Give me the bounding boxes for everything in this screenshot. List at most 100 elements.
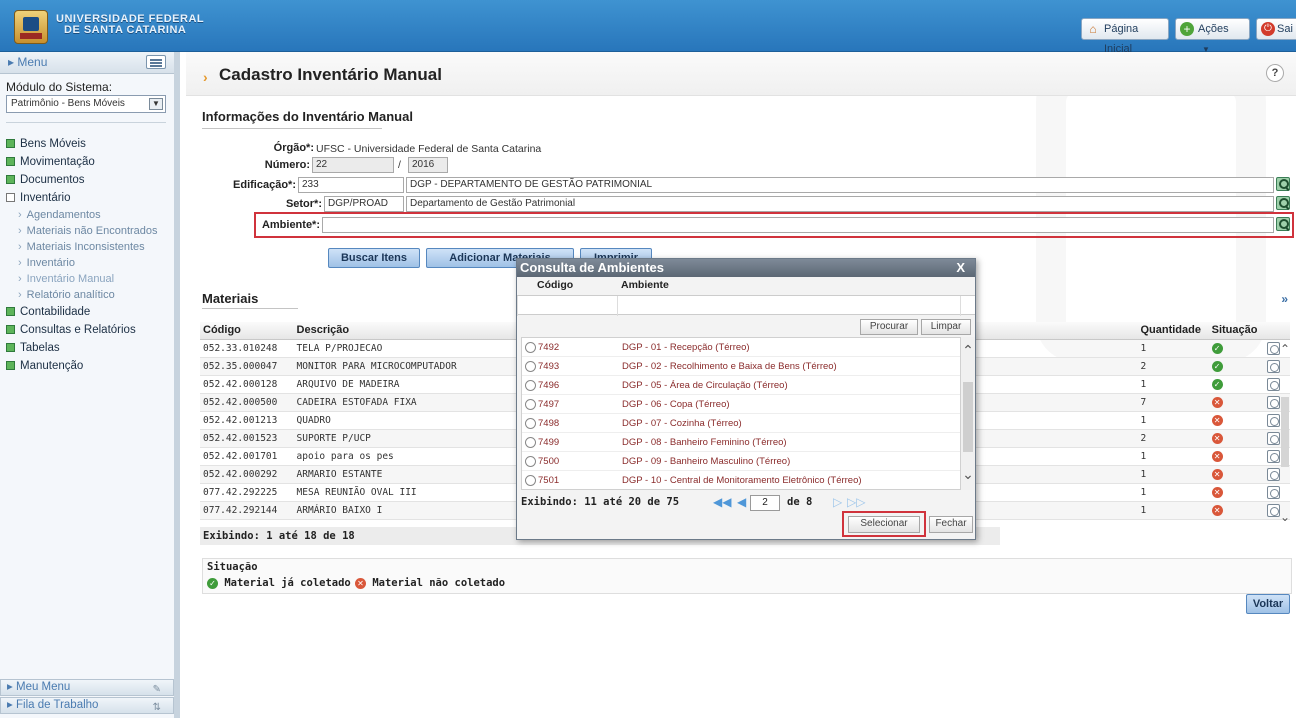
x-icon: ✕ xyxy=(1211,486,1223,498)
ambientes-dialog: Consulta de Ambientes X Código Ambiente … xyxy=(516,258,976,540)
list-item-ambiente: DGP - 02 - Recolhimento e Baixa de Bens … xyxy=(622,361,837,372)
ambiente-label: Ambiente*: xyxy=(261,219,320,231)
sidebar-subitem-relatorio-analitico[interactable]: Relatório analítico xyxy=(6,287,176,303)
chevron-down-icon[interactable]: ⌄ xyxy=(1278,510,1292,524)
column-header-codigo[interactable]: Código xyxy=(200,322,294,340)
radio-button[interactable] xyxy=(525,437,536,448)
home-icon: ⌂ xyxy=(1089,22,1097,36)
sidebar-item-manutencao[interactable]: Manutenção xyxy=(6,357,176,375)
fechar-button[interactable]: Fechar xyxy=(929,516,973,533)
list-item[interactable]: 7497 DGP - 06 - Copa (Térreo) xyxy=(522,395,960,414)
radio-button[interactable] xyxy=(525,361,536,372)
last-page-icon[interactable]: ▷▷ xyxy=(847,492,865,512)
page-number-input[interactable]: 2 xyxy=(750,495,780,511)
list-item[interactable]: 7501 DGP - 10 - Central de Monitoramento … xyxy=(522,471,960,489)
chevron-down-icon[interactable]: ⌄ xyxy=(961,467,975,481)
cell-codigo: 052.42.001523 xyxy=(200,429,294,448)
home-button[interactable]: ⌂ Página Inicial xyxy=(1081,18,1169,55)
sidebar-item-contabilidade[interactable]: Contabilidade xyxy=(6,303,176,321)
exit-button[interactable]: ⏻ Sai xyxy=(1256,18,1296,40)
scrollbar-thumb[interactable] xyxy=(1281,397,1289,467)
search-icon[interactable] xyxy=(1276,217,1290,231)
my-menu-panel[interactable]: ▸ Meu Menu ✎ xyxy=(0,679,174,696)
radio-button[interactable] xyxy=(525,399,536,410)
menu-toggle-icon[interactable] xyxy=(146,55,166,69)
filter-ambiente-input[interactable] xyxy=(617,296,618,316)
sidebar-item-consultas-relatorios[interactable]: Consultas e Relatórios xyxy=(6,321,176,339)
sidebar-item-tabelas[interactable]: Tabelas xyxy=(6,339,176,357)
list-item-ambiente: DGP - 05 - Área de Circulação (Térreo) xyxy=(622,380,788,391)
cell-codigo: 052.42.001701 xyxy=(200,447,294,466)
search-icon[interactable] xyxy=(1276,177,1290,191)
scrollbar-thumb[interactable] xyxy=(963,382,973,452)
list-item-codigo: 7498 xyxy=(538,418,560,429)
sidebar-subitem-materiais-nao-encontrados[interactable]: Materiais não Encontrados xyxy=(6,223,176,239)
chevron-up-icon[interactable]: ⌃ xyxy=(961,343,975,357)
work-queue-panel[interactable]: ▸ Fila de Trabalho ⇅ xyxy=(0,697,174,714)
sidebar-item-label: Contabilidade xyxy=(20,306,91,318)
list-item-ambiente: DGP - 08 - Banheiro Feminino (Térreo) xyxy=(622,437,787,448)
sidebar-item-label: Documentos xyxy=(20,174,85,186)
dialog-column-codigo: Código xyxy=(537,279,574,291)
close-icon[interactable]: X xyxy=(956,259,965,277)
limpar-button[interactable]: Limpar xyxy=(921,319,971,335)
selecionar-button[interactable]: Selecionar xyxy=(848,516,920,533)
collapse-section-icon[interactable]: » xyxy=(1281,292,1288,306)
filter-codigo-input[interactable] xyxy=(517,296,518,316)
list-item[interactable]: 7493 DGP - 02 - Recolhimento e Baixa de B… xyxy=(522,357,960,376)
list-item[interactable]: 7499 DGP - 08 - Banheiro Feminino (Térreo… xyxy=(522,433,960,452)
prev-page-icon[interactable]: ◀ xyxy=(737,492,746,512)
dialog-title-bar[interactable]: Consulta de Ambientes X xyxy=(517,259,975,277)
expand-icon xyxy=(6,343,15,352)
sidebar: ▸ Menu Módulo do Sistema: Patrimônio - B… xyxy=(0,52,180,718)
cell-quantidade: 1 xyxy=(1137,483,1209,502)
help-icon[interactable]: ? xyxy=(1266,64,1284,82)
list-item[interactable]: 7496 DGP - 05 - Área de Circulação (Térre… xyxy=(522,376,960,395)
dialog-scrollbar[interactable]: ⌃ ⌄ xyxy=(961,337,975,490)
first-page-icon[interactable]: ◀◀ xyxy=(713,492,731,512)
voltar-button[interactable]: Voltar xyxy=(1246,594,1290,614)
next-page-icon[interactable]: ▷ xyxy=(833,492,842,512)
numero-field[interactable]: 22 xyxy=(312,157,394,173)
list-item[interactable]: 7500 DGP - 09 - Banheiro Masculino (Térre… xyxy=(522,452,960,471)
sidebar-item-label: Movimentação xyxy=(20,156,95,168)
edificacao-name-field[interactable]: DGP - DEPARTAMENTO DE GESTÃO PATRIMONIAL xyxy=(406,177,1274,193)
radio-button[interactable] xyxy=(525,380,536,391)
radio-button[interactable] xyxy=(525,342,536,353)
module-select[interactable]: Patrimônio - Bens Móveis ▼ xyxy=(6,95,166,113)
sidebar-item-documentos[interactable]: Documentos xyxy=(6,171,176,189)
column-header-quantidade[interactable]: Quantidade xyxy=(1137,322,1209,340)
sidebar-subitem-materiais-inconsistentes[interactable]: Materiais Inconsistentes xyxy=(6,239,176,255)
list-item-codigo: 7501 xyxy=(538,475,560,486)
chevron-up-icon[interactable]: ⌃ xyxy=(1278,342,1292,356)
ano-field[interactable]: 2016 xyxy=(408,157,448,173)
ambiente-field[interactable] xyxy=(322,217,1274,233)
procurar-button[interactable]: Procurar xyxy=(860,319,918,335)
sidebar-nav: Bens Móveis Movimentação Documentos Inve… xyxy=(6,135,176,375)
status-legend: Situação ✓ Material já coletado ✕ Materi… xyxy=(202,558,1292,594)
chevron-right-icon: › xyxy=(203,69,208,85)
setor-code-field[interactable]: DGP/PROAD xyxy=(324,196,404,212)
sidebar-item-inventario[interactable]: Inventário xyxy=(6,189,176,207)
column-header-situacao[interactable]: Situação xyxy=(1208,322,1290,340)
list-item[interactable]: 7492 DGP - 01 - Recepção (Térreo) xyxy=(522,338,960,357)
sidebar-subitem-agendamentos[interactable]: Agendamentos xyxy=(6,207,176,223)
buscar-itens-button[interactable]: Buscar Itens xyxy=(328,248,420,268)
edificacao-label: Edificação*: xyxy=(233,179,296,191)
cell-codigo: 077.42.292144 xyxy=(200,501,294,520)
menu-header[interactable]: ▸ Menu xyxy=(0,52,174,74)
sidebar-subitem-inventario-manual[interactable]: Inventário Manual xyxy=(6,271,176,287)
table-scrollbar[interactable]: ⌃ ⌄ xyxy=(1278,342,1292,524)
radio-button[interactable] xyxy=(525,418,536,429)
search-icon[interactable] xyxy=(1276,196,1290,210)
sidebar-subitem-inventario[interactable]: Inventário xyxy=(6,255,176,271)
list-item[interactable]: 7498 DGP - 07 - Cozinha (Térreo) xyxy=(522,414,960,433)
radio-button[interactable] xyxy=(525,475,536,486)
radio-button[interactable] xyxy=(525,456,536,467)
actions-button[interactable]: + Ações ▼ xyxy=(1175,18,1250,54)
sidebar-item-bens-moveis[interactable]: Bens Móveis xyxy=(6,135,176,153)
edificacao-code-field[interactable]: 233 xyxy=(298,177,404,193)
setor-name-field[interactable]: Departamento de Gestão Patrimonial xyxy=(406,196,1274,212)
page-title: Cadastro Inventário Manual xyxy=(219,65,442,84)
sidebar-item-movimentacao[interactable]: Movimentação xyxy=(6,153,176,171)
